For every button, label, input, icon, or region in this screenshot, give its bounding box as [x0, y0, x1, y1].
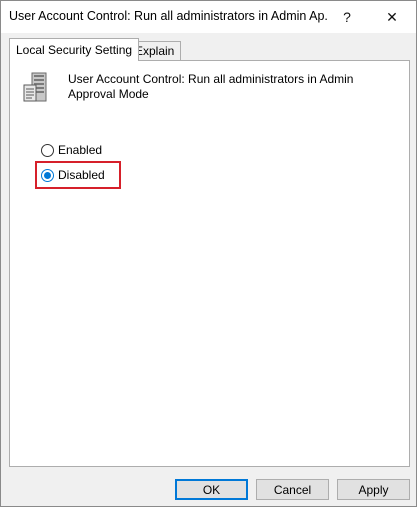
close-button[interactable]: ✕	[369, 1, 415, 33]
radio-enabled-label: Enabled	[58, 143, 103, 157]
radio-enabled[interactable]: Enabled	[41, 141, 102, 159]
cancel-button[interactable]: Cancel	[256, 479, 329, 500]
title-bar[interactable]: User Account Control: Run all administra…	[1, 1, 416, 33]
radio-disabled-label: Disabled	[58, 168, 105, 182]
tab-local-security-setting[interactable]: Local Security Setting	[9, 38, 140, 61]
ok-button[interactable]: OK	[175, 479, 248, 500]
radio-disabled[interactable]: Disabled	[41, 166, 105, 184]
dialog-window: User Account Control: Run all administra…	[0, 0, 417, 507]
radio-enabled-circle[interactable]	[41, 143, 54, 157]
help-button[interactable]: ?	[327, 1, 367, 33]
radio-disabled-circle[interactable]	[41, 168, 54, 182]
tab-panel: User Account Control: Run all administra…	[9, 60, 410, 467]
window-title: User Account Control: Run all administra…	[9, 9, 329, 23]
server-policy-icon	[23, 72, 47, 102]
policy-title: User Account Control: Run all administra…	[68, 72, 354, 101]
apply-button[interactable]: Apply	[337, 479, 410, 500]
